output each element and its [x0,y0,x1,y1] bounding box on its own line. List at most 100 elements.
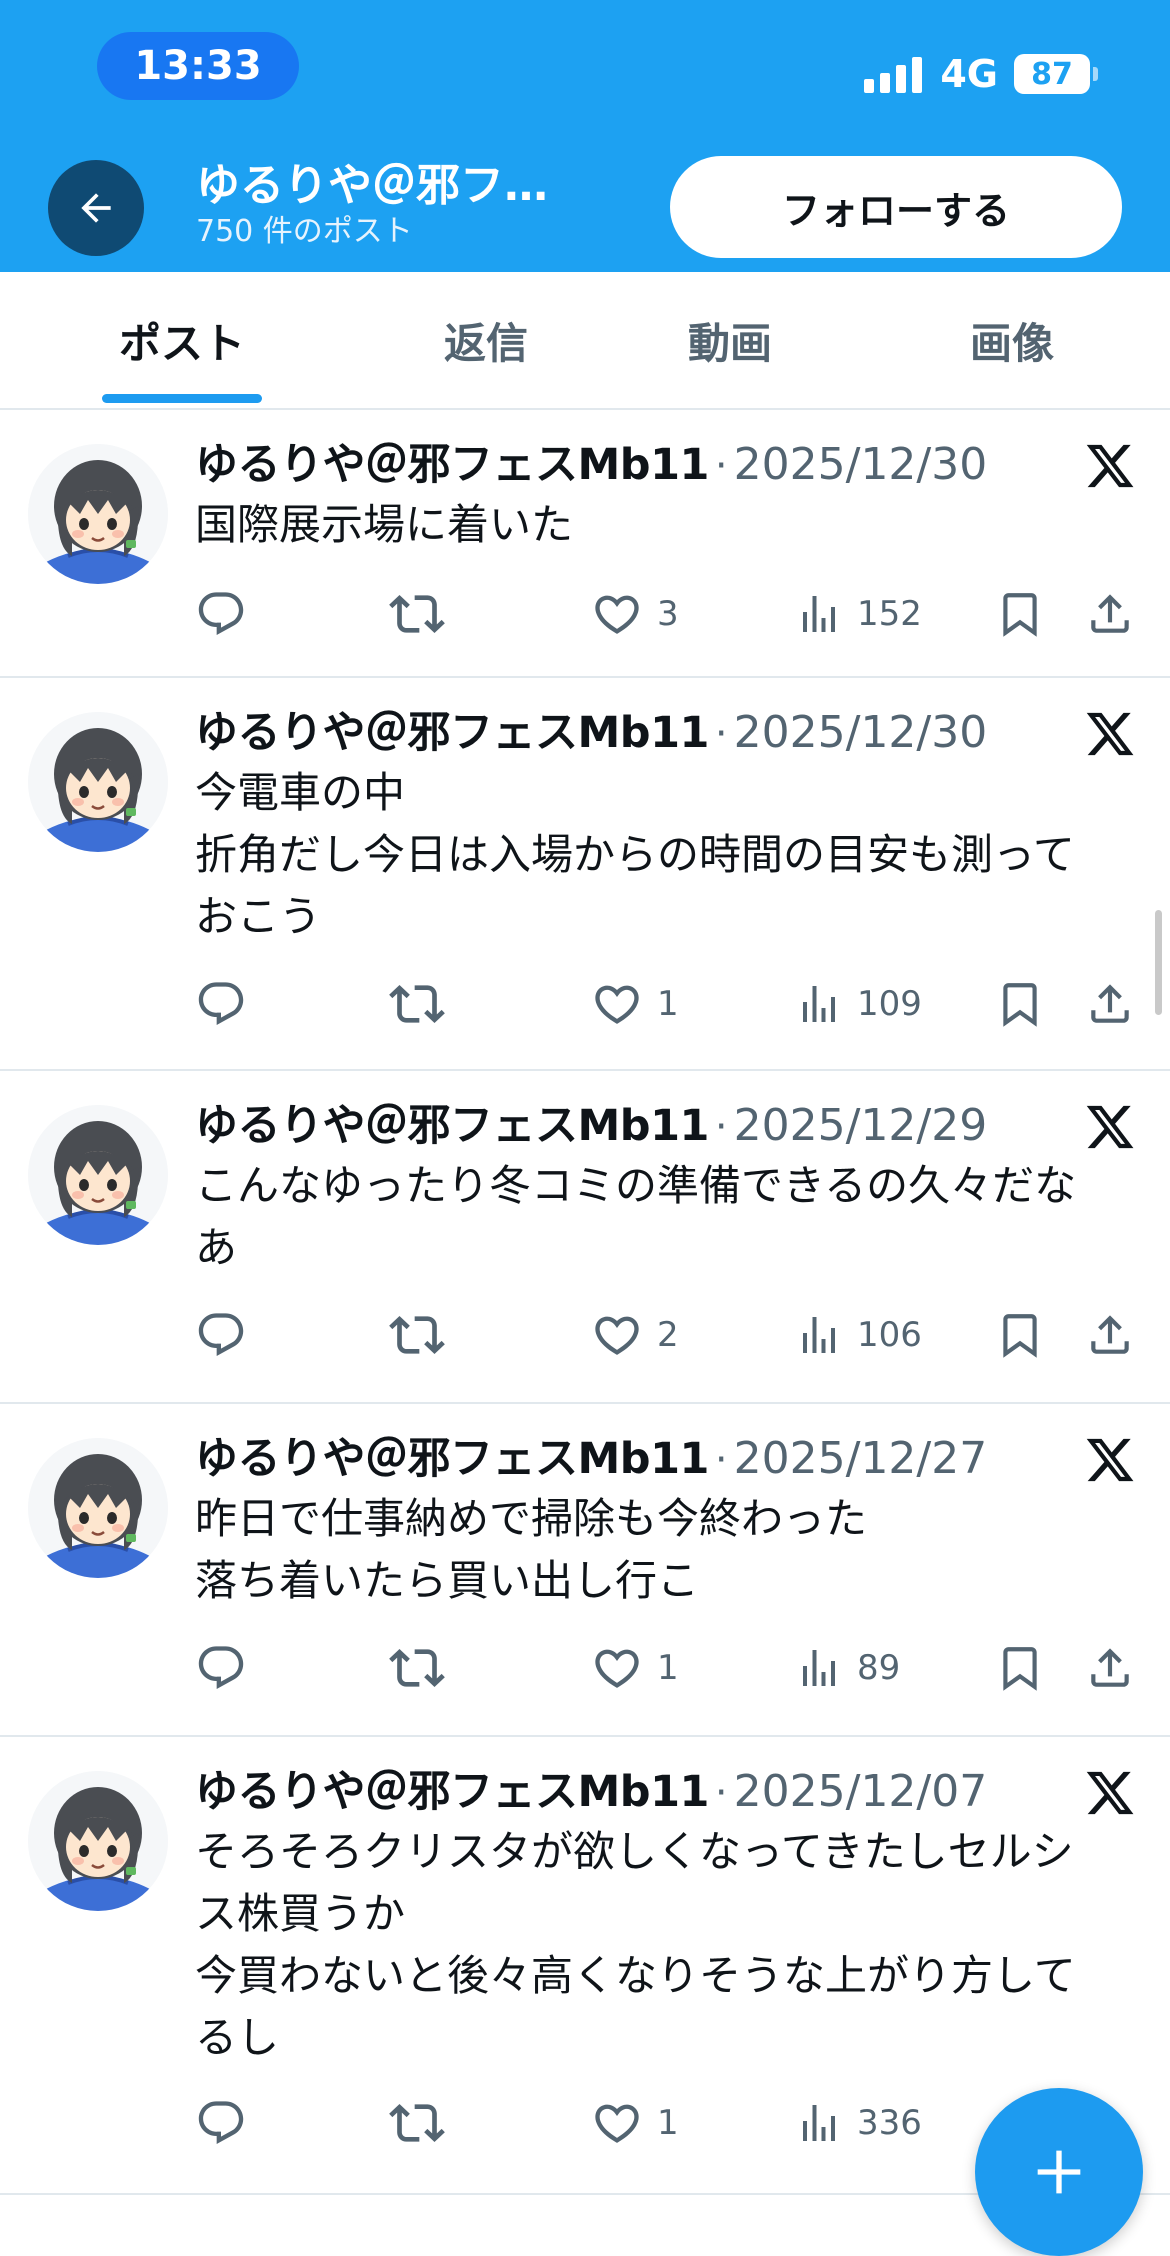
like-count: 1 [657,984,679,1024]
repost-icon [389,985,445,1023]
author-name[interactable]: ゆるりや＠邪フェスMb11 [195,430,709,492]
separator-dot: · [714,1770,728,1816]
tab-videos[interactable]: 動画 [630,272,830,408]
views-icon [803,986,835,1022]
post-text-line: おこう [195,892,322,941]
heart-icon [595,1316,639,1355]
reply-button[interactable] [195,584,247,644]
post-date[interactable]: 2025/12/29 [734,1100,988,1151]
like-button[interactable]: 1 [591,2093,679,2153]
reply-button[interactable] [195,974,247,1034]
views-button[interactable]: 336 [795,2093,922,2153]
scrollbar[interactable] [1155,910,1162,1015]
back-button[interactable] [48,160,144,256]
separator-dot: · [714,1104,728,1150]
reply-button[interactable] [195,2093,247,2153]
battery-level: 87 [1031,56,1073,92]
post-date[interactable]: 2025/12/30 [734,439,988,490]
post-date[interactable]: 2025/12/27 [734,1433,988,1484]
view-count: 109 [857,984,922,1024]
share-icon [1091,1315,1129,1354]
tab-images[interactable]: 画像 [912,272,1112,408]
battery-icon: 87 [1014,54,1098,94]
share-button[interactable] [1085,1638,1135,1698]
views-icon [803,596,835,632]
post-text-line: 落ち着いたら買い出し行こ [195,1556,700,1605]
bookmark-button[interactable] [995,1638,1045,1698]
like-button[interactable]: 2 [591,1305,679,1365]
reply-icon [198,982,244,1026]
bookmark-button[interactable] [995,974,1045,1034]
reply-button[interactable] [195,1305,247,1365]
avatar[interactable] [28,444,168,584]
reply-icon [198,1646,244,1690]
like-button[interactable]: 1 [591,1638,679,1698]
views-button[interactable]: 109 [795,974,922,1034]
share-button[interactable] [1085,584,1135,644]
view-count: 89 [857,1648,901,1688]
reply-button[interactable] [195,1638,247,1698]
post-date[interactable]: 2025/12/07 [734,1766,988,1817]
avatar[interactable] [28,1771,168,1911]
share-icon [1091,1648,1129,1687]
share-button[interactable] [1085,1305,1135,1365]
avatar[interactable] [28,712,168,852]
like-count: 1 [657,1648,679,1688]
status-time: 13:33 [97,32,299,100]
view-count: 336 [857,2103,922,2143]
like-count: 3 [657,594,679,634]
post-content: ゆるりや＠邪フェスMb11 · 2025/12/27 昨日で仕事納めで掃除も今終… [195,1424,1145,1612]
tab-posts[interactable]: ポスト [60,272,304,408]
view-count: 152 [857,594,922,634]
avatar[interactable] [28,1438,168,1578]
post-header: ゆるりや＠邪フェスMb11 · 2025/12/07 [195,1757,1145,1821]
post-date[interactable]: 2025/12/30 [734,707,988,758]
heart-icon [595,985,639,1024]
bookmark-button[interactable] [995,584,1045,644]
reply-icon [198,2101,244,2145]
profile-tabs: ポスト 返信 動画 画像 [0,272,1170,410]
tab-replies[interactable]: 返信 [386,272,586,408]
post-header: ゆるりや＠邪フェスMb11 · 2025/12/29 [195,1091,1145,1155]
bookmark-icon [1003,593,1037,637]
views-button[interactable]: 89 [795,1638,900,1698]
post-item[interactable]: ゆるりや＠邪フェスMb11 · 2025/12/30 国際展示場に着いた 3 1… [0,410,1170,678]
post-text-line: 昨日で仕事納めで掃除も今終わった [195,1494,868,1543]
follow-button[interactable]: フォローする [670,156,1122,258]
author-name[interactable]: ゆるりや＠邪フェスMb11 [195,1757,709,1819]
repost-button[interactable] [389,1305,445,1365]
like-button[interactable]: 1 [591,974,679,1034]
post-item[interactable]: ゆるりや＠邪フェスMb11 · 2025/12/29 こんなゆったり冬コミの準備… [0,1071,1170,1404]
post-text-line: るし [195,2013,280,2062]
bookmark-button[interactable] [995,1305,1045,1365]
share-icon [1091,594,1129,633]
bookmark-icon [1003,1314,1037,1358]
post-item[interactable]: ゆるりや＠邪フェスMb11 · 2025/12/30 今電車の中 折角だし今日は… [0,678,1170,1071]
heart-icon [595,595,639,634]
author-name[interactable]: ゆるりや＠邪フェスMb11 [195,698,709,760]
post-actions: 1 109 [195,974,1135,1034]
repost-button[interactable] [389,1638,445,1698]
heart-icon [595,1649,639,1688]
views-button[interactable]: 106 [795,1305,922,1365]
post-actions: 1 89 [195,1638,1135,1698]
author-name[interactable]: ゆるりや＠邪フェスMb11 [195,1091,709,1153]
profile-name: ゆるりや＠邪フ… [196,160,548,211]
post-text-line: あ [195,1223,238,1272]
views-button[interactable]: 152 [795,584,922,644]
share-button[interactable] [1085,974,1135,1034]
share-icon [1091,984,1129,1023]
post-text-line: 国際展示場に着いた [195,500,574,549]
avatar[interactable] [28,1105,168,1245]
author-name[interactable]: ゆるりや＠邪フェスMb11 [195,1424,709,1486]
compose-button[interactable] [975,2088,1143,2256]
post-header: ゆるりや＠邪フェスMb11 · 2025/12/30 [195,698,1145,762]
like-button[interactable]: 3 [591,584,679,644]
post-item[interactable]: ゆるりや＠邪フェスMb11 · 2025/12/27 昨日で仕事納めで掃除も今終… [0,1404,1170,1737]
repost-button[interactable] [389,584,445,644]
post-header: ゆるりや＠邪フェスMb11 · 2025/12/27 [195,1424,1145,1488]
repost-button[interactable] [389,2093,445,2153]
post-content: ゆるりや＠邪フェスMb11 · 2025/12/07 そろそろクリスタが欲しくな… [195,1757,1145,2069]
repost-button[interactable] [389,974,445,1034]
heart-icon [595,2104,639,2143]
